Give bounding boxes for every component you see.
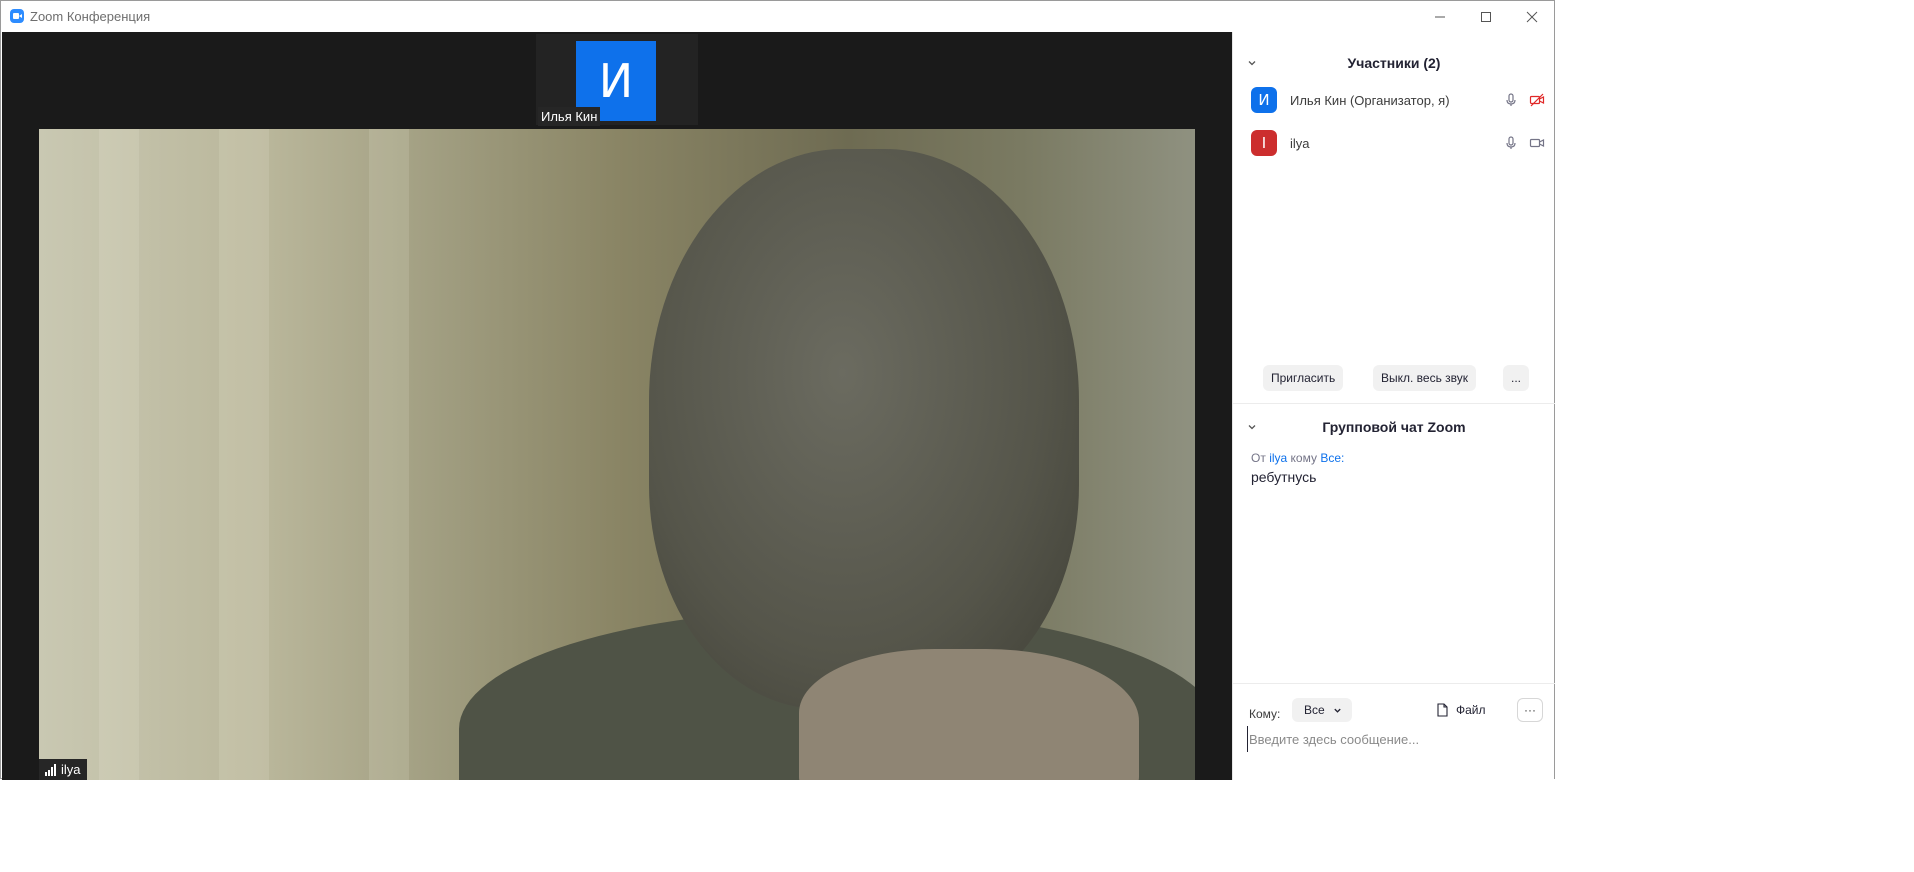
participants-more-button[interactable]: ... (1503, 365, 1529, 391)
participant-actions: Пригласить Выкл. весь звук ... (1233, 365, 1555, 393)
minimize-icon (1435, 16, 1445, 17)
participant-row[interactable]: И Илья Кин (Организатор, я) (1251, 85, 1547, 115)
close-button[interactable] (1509, 1, 1555, 32)
video-person-face (649, 149, 1079, 709)
chat-title: Групповой чат Zoom (1322, 419, 1466, 435)
chevron-down-icon[interactable] (1247, 58, 1257, 68)
participant-avatar: И (1251, 87, 1277, 113)
invite-button[interactable]: Пригласить (1263, 365, 1344, 391)
minimize-button[interactable] (1417, 1, 1463, 32)
recipient-dropdown[interactable]: Все (1292, 698, 1352, 722)
signal-strength-icon (45, 763, 56, 776)
zoom-window: Zoom Конференция И Илья Кин ilya Участни… (0, 0, 1555, 780)
file-button[interactable]: Файл (1436, 698, 1486, 722)
maximize-icon (1481, 11, 1491, 22)
microphone-icon[interactable] (1501, 91, 1521, 109)
file-label: Файл (1456, 703, 1486, 717)
video-background (369, 129, 409, 780)
chevron-down-icon (1334, 708, 1341, 713)
video-name-label: ilya (39, 759, 87, 780)
from-prefix: От (1251, 451, 1266, 465)
chat-more-button[interactable]: ··· (1517, 698, 1543, 722)
sender-link[interactable]: ilya (1269, 451, 1287, 465)
chat-header[interactable]: Групповой чат Zoom (1233, 404, 1555, 450)
chat-message-text: ребутнусь (1251, 469, 1317, 485)
camera-off-icon[interactable] (1527, 91, 1547, 109)
participant-avatar: I (1251, 130, 1277, 156)
video-background (99, 129, 139, 780)
to-label: Кому: (1249, 707, 1281, 721)
maximize-button[interactable] (1463, 1, 1509, 32)
participants-title: Участники (2) (1347, 55, 1441, 71)
main-video-feed[interactable]: ilya (39, 129, 1195, 780)
to-prefix: кому (1290, 451, 1317, 465)
recipient-value: Все (1304, 703, 1325, 717)
participant-name: ilya (1290, 135, 1310, 151)
participant-row[interactable]: I ilya (1251, 128, 1547, 158)
camera-icon[interactable] (1527, 134, 1547, 152)
window-title: Zoom Конференция (30, 9, 151, 24)
video-background (219, 129, 269, 780)
participants-header[interactable]: Участники (2) (1233, 40, 1555, 86)
thumbnail-name: Илья Кин (538, 107, 601, 126)
video-area[interactable]: И Илья Кин ilya (2, 32, 1232, 780)
chat-message-input[interactable] (1247, 726, 1543, 752)
close-icon (1526, 11, 1538, 22)
chat-message-meta: От ilya кому Все: (1251, 451, 1344, 465)
microphone-icon[interactable] (1501, 134, 1521, 152)
chat-compose-area: Кому: Все Файл ··· (1233, 683, 1555, 780)
zoom-logo-icon (10, 9, 24, 23)
recipient-link[interactable]: Все: (1320, 451, 1344, 465)
mute-all-button[interactable]: Выкл. весь звук (1373, 365, 1477, 391)
chevron-down-icon[interactable] (1247, 422, 1257, 432)
participant-thumbnail[interactable]: И Илья Кин (536, 34, 698, 126)
side-panel: Участники (2) И Илья Кин (Организатор, я… (1232, 32, 1555, 780)
title-bar[interactable]: Zoom Конференция (1, 1, 1554, 32)
participant-name: Илья Кин (Организатор, я) (1290, 92, 1450, 108)
video-participant-name: ilya (61, 762, 81, 777)
file-icon (1437, 703, 1448, 717)
video-person-hand (799, 649, 1139, 780)
